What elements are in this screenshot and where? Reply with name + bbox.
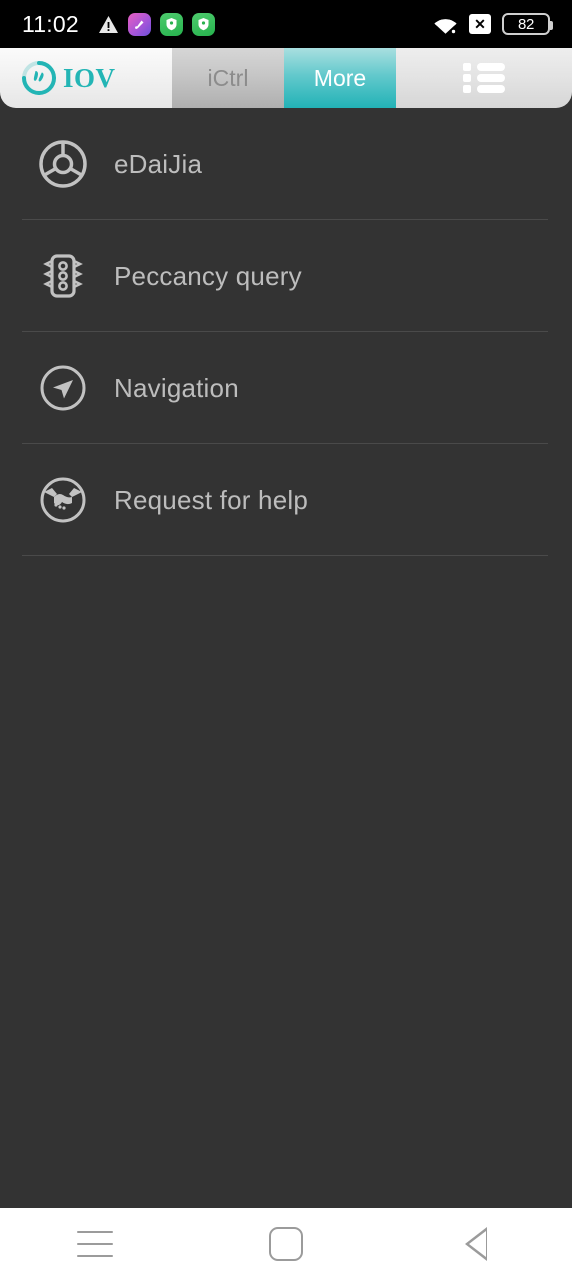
hamburger-icon [77,1231,114,1257]
steering-wheel-icon [34,135,92,193]
tab-more-label: More [313,64,367,91]
app-header: IOV iCtrl More [0,48,572,108]
list-item-edaijia[interactable]: eDaiJia [0,108,572,220]
list-item-label: Navigation [114,372,239,403]
android-navigation-bar [0,1208,572,1280]
status-bar-system-icons: ✕ 82 [433,13,553,35]
status-bar-clock: 11:02 [22,10,79,37]
no-sim-icon: ✕ [469,14,491,34]
triangle-left-icon [464,1227,489,1261]
phone-screen: 11:02 ✕ 82 IOV iCtrl More eDaiJia Peccan… [0,0,572,1280]
list-menu-icon [463,63,505,93]
list-item-request-for-help[interactable]: Request for help [0,444,572,556]
iov-circular-logo-icon [22,61,56,95]
app-logo: IOV [0,48,172,108]
security-shield-green-2-icon [191,12,215,36]
rounded-square-icon [269,1227,303,1261]
recents-button[interactable] [0,1231,191,1257]
navigation-arrow-icon [34,359,92,417]
tab-ictrl-label: iCtrl [207,64,249,91]
handshake-icon [34,471,92,529]
list-separator [22,555,548,556]
list-item-label: Peccancy query [114,260,302,291]
app-notification-violet-icon [127,12,151,36]
feature-list: eDaiJia Peccancy query Navigation Reques… [0,108,572,556]
traffic-light-icon [34,247,92,305]
battery-indicator: 82 [502,13,553,35]
menu-button[interactable] [396,48,572,108]
tab-ictrl[interactable]: iCtrl [172,48,284,108]
battery-percent: 82 [517,15,535,33]
list-item-label: eDaiJia [114,148,203,179]
home-button[interactable] [191,1227,382,1261]
status-bar: 11:02 ✕ 82 [0,0,572,48]
status-bar-notification-icons [98,12,215,36]
back-button[interactable] [381,1227,572,1261]
wifi-icon [433,15,458,34]
list-item-peccancy-query[interactable]: Peccancy query [0,220,572,332]
app-logo-text: IOV [63,62,116,93]
list-item-navigation[interactable]: Navigation [0,332,572,444]
list-item-label: Request for help [114,484,308,515]
warning-triangle-icon [98,15,119,34]
security-shield-green-icon [159,12,183,36]
tab-more[interactable]: More [284,48,396,108]
